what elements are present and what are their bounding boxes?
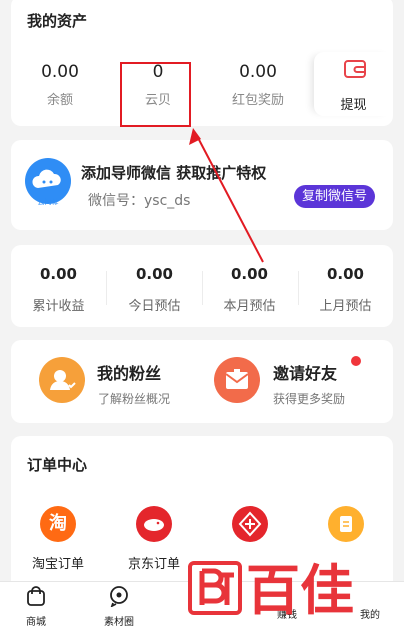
balance-value: 0.00 (41, 62, 79, 82)
user-icon (39, 357, 85, 403)
clipboard-icon (328, 506, 364, 542)
nav-material[interactable]: 素材圈 (94, 585, 144, 627)
my-fans-subtitle: 了解粉丝概况 (98, 392, 171, 406)
jd-orders-label: 京东订单 (127, 557, 180, 572)
mentor-wechat-id: 微信号：ysc_ds (88, 193, 191, 209)
earning-last-month-value: 0.00 (326, 265, 364, 283)
nav-mall-label: 商城 (26, 617, 46, 627)
mentor-title: 添加导师微信 获取推广特权 (81, 164, 267, 182)
earning-month-value: 0.00 (230, 265, 268, 283)
redpacket-value: 0.00 (239, 62, 277, 82)
nav-material-label: 素材圈 (104, 617, 134, 627)
notification-dot (351, 356, 361, 366)
social-card: 我的粉丝 了解粉丝概况 邀请好友 获得更多奖励 (11, 340, 393, 423)
balance-label: 余额 (46, 93, 73, 108)
earning-today[interactable]: 0.00 今日预估 (107, 265, 202, 314)
earning-month[interactable]: 0.00 本月预估 (202, 265, 297, 314)
asset-redpacket[interactable]: 0.00 红包奖励 (213, 62, 303, 108)
withdraw-button[interactable]: 提现 (314, 52, 393, 116)
wallet-icon (344, 60, 366, 78)
pdd-orders[interactable] (215, 506, 285, 542)
pdd-icon (232, 506, 268, 542)
earning-today-label: 今日预估 (128, 299, 181, 314)
earning-total[interactable]: 0.00 累计收益 (11, 265, 106, 314)
other-orders[interactable] (311, 506, 381, 542)
assets-card: 我的资产 0.00 余额 0 云贝 0.00 红包奖励 提现 (11, 0, 393, 126)
redpacket-label: 红包奖励 (231, 93, 284, 108)
earning-today-value: 0.00 (135, 265, 173, 283)
my-fans-entry[interactable]: 我的粉丝 了解粉丝概况 (11, 340, 201, 423)
invite-subtitle: 获得更多奖励 (273, 392, 346, 406)
taobao-orders-label: 淘宝订单 (31, 557, 84, 572)
orders-title: 订单中心 (27, 456, 88, 474)
nav-mall[interactable]: 商城 (11, 585, 61, 627)
jd-orders[interactable]: 京东订单 (119, 506, 189, 572)
earnings-card: 0.00 累计收益 0.00 今日预估 0.00 本月预估 0.00 上月预估 (11, 245, 393, 327)
earning-last-month[interactable]: 0.00 上月预估 (298, 265, 393, 314)
earning-month-label: 本月预估 (223, 299, 276, 314)
mentor-card: 云闪荐 添加导师微信 获取推广特权 微信号：ysc_ds 复制微信号 (11, 140, 393, 230)
mentor-logo-label: 云闪荐 (37, 198, 59, 206)
my-fans-title: 我的粉丝 (97, 364, 162, 383)
invite-friends-entry[interactable]: 邀请好友 获得更多奖励 (202, 340, 393, 423)
withdraw-label: 提现 (340, 98, 367, 113)
watermark-text: 百佳 (246, 559, 354, 619)
taobao-icon: 淘 (40, 506, 76, 542)
envelope-icon (214, 357, 260, 403)
earning-last-month-label: 上月预估 (319, 299, 372, 314)
baijia-logo: 百佳 (188, 559, 354, 622)
copy-wechat-button[interactable]: 复制微信号 (294, 185, 376, 208)
earning-total-label: 累计收益 (32, 299, 85, 314)
asset-balance[interactable]: 0.00 余额 (15, 62, 105, 108)
earning-total-value: 0.00 (39, 265, 77, 283)
assets-title: 我的资产 (27, 12, 88, 30)
chat-icon (110, 586, 128, 608)
baijia-watermark: 百佳 (188, 553, 384, 623)
highlight-annotation-box (120, 62, 191, 127)
invite-title: 邀请好友 (273, 364, 338, 383)
taobao-orders[interactable]: 淘 淘宝订单 (23, 506, 93, 572)
bag-icon (27, 586, 45, 606)
jd-dog-icon (136, 506, 172, 542)
